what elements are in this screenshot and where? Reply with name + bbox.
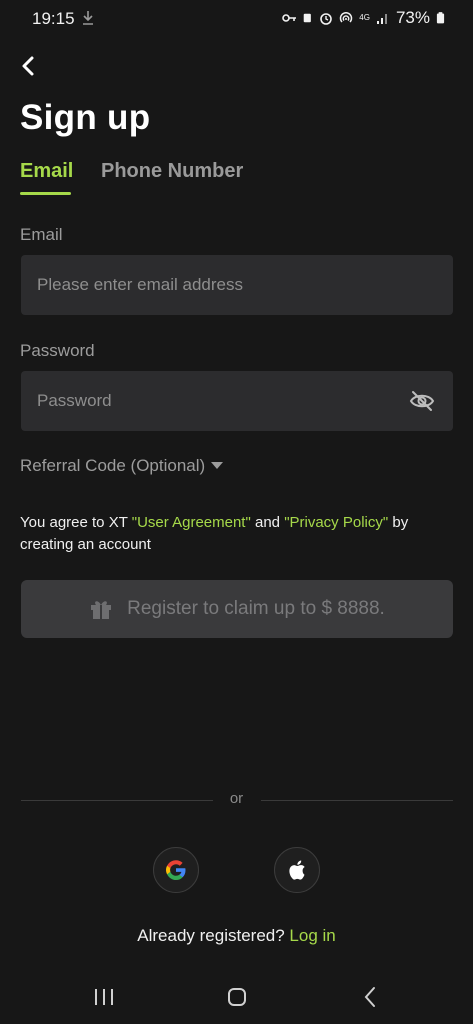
status-icons: 4G 73% — [281, 8, 445, 28]
key-icon — [282, 14, 297, 22]
gift-icon — [91, 601, 112, 619]
active-tab-indicator — [20, 192, 71, 195]
password-input[interactable] — [21, 371, 453, 431]
tab-phone-number[interactable]: Phone Number — [101, 160, 243, 183]
battery-percent: 73% — [395, 8, 430, 27]
tab-email[interactable]: Email — [20, 160, 73, 183]
alarm-icon — [320, 13, 333, 25]
register-button[interactable]: Register to claim up to $ 8888. — [21, 580, 453, 638]
referral-code-label: Referral Code (Optional) — [20, 456, 206, 475]
home-icon — [228, 988, 246, 1006]
eye-off-icon — [409, 391, 435, 411]
home-button[interactable] — [217, 980, 257, 1014]
back-button[interactable] — [14, 52, 42, 80]
register-button-label: Register to claim up to $ 8888. — [127, 598, 385, 619]
chevron-left-icon — [364, 987, 375, 1007]
page-title: Sign up — [20, 98, 151, 137]
agreement-prefix: You agree to XT — [20, 514, 132, 531]
email-label: Email — [20, 225, 63, 244]
sim-icon — [304, 13, 312, 23]
battery-icon — [436, 12, 445, 24]
recent-apps-button[interactable] — [84, 980, 124, 1014]
apple-signin-button[interactable] — [274, 847, 320, 893]
download-icon — [83, 11, 93, 25]
back-arrow-icon — [22, 56, 34, 76]
hotspot-icon — [340, 11, 353, 23]
divider-right — [261, 800, 453, 801]
system-back-button[interactable] — [350, 980, 390, 1014]
privacy-policy-link[interactable]: "Privacy Policy" — [284, 514, 388, 531]
login-prompt: Already registered? Log in — [0, 926, 473, 946]
password-label: Password — [20, 341, 95, 360]
google-icon — [166, 860, 186, 880]
status-time: 19:15 — [32, 9, 75, 28]
toggle-password-visibility-button[interactable] — [406, 387, 438, 415]
google-signin-button[interactable] — [153, 847, 199, 893]
referral-code-toggle[interactable]: Referral Code (Optional) — [20, 456, 224, 476]
recents-icon — [95, 989, 113, 1005]
agreement-text: You agree to XT "User Agreement" and "Pr… — [20, 512, 440, 556]
agreement-middle: and — [250, 514, 285, 531]
signal-icon — [376, 14, 387, 24]
divider-or-text: or — [229, 790, 244, 807]
apple-icon — [289, 860, 305, 880]
email-input[interactable] — [21, 255, 453, 315]
network-type: 4G — [359, 13, 370, 22]
login-prompt-text: Already registered? — [137, 926, 290, 945]
caret-down-icon — [211, 462, 224, 469]
login-link[interactable]: Log in — [289, 926, 335, 945]
user-agreement-link[interactable]: "User Agreement" — [132, 514, 251, 531]
